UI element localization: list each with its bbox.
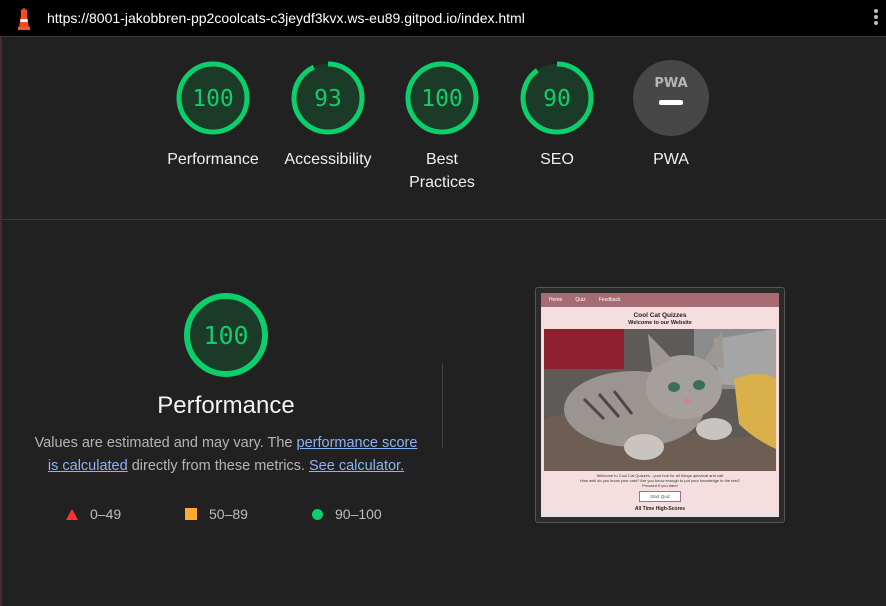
- gauge-performance-label: Performance: [167, 151, 259, 168]
- more-options-icon[interactable]: [872, 9, 880, 27]
- screenshot-start-quiz-button: Start Quiz: [639, 491, 681, 502]
- legend-fail: 0–49: [66, 506, 121, 522]
- pwa-dash-icon: [659, 100, 683, 105]
- square-icon: [185, 508, 197, 520]
- performance-description: Values are estimated and may vary. The p…: [30, 432, 422, 478]
- performance-summary: 100 Performance Values are estimated and…: [30, 292, 422, 478]
- see-calculator-link[interactable]: See calculator.: [309, 458, 404, 474]
- screenshot-title: Cool Cat Quizzes: [633, 312, 687, 319]
- gauge-pwa[interactable]: PWA PWA: [616, 60, 726, 171]
- gauge-performance-ring: 100: [176, 61, 250, 135]
- gauge-best-practices[interactable]: 100 Best Practices: [387, 60, 497, 194]
- legend-pass: 90–100: [312, 506, 382, 522]
- screenshot-intro: Welcome to Cool Cat Quizzes - your hub f…: [541, 473, 779, 488]
- url-text[interactable]: https://8001-jakobbren-pp2coolcats-c3jey…: [47, 10, 525, 26]
- gauge-accessibility-label: Accessibility: [284, 151, 372, 168]
- gauge-performance[interactable]: 100 Performance: [158, 60, 268, 171]
- screenshot-scrollbar: [541, 513, 779, 517]
- legend-fail-range: 0–49: [90, 506, 122, 522]
- gauge-pwa-label: PWA: [653, 151, 689, 168]
- gauge-accessibility[interactable]: 93 Accessibility: [273, 60, 383, 171]
- final-screenshot[interactable]: Home Quiz Feedback Cool Cat Quizzes Welc…: [535, 287, 785, 523]
- lighthouse-icon: [18, 8, 30, 30]
- divider: [442, 364, 443, 448]
- performance-gauge: 100: [184, 293, 268, 377]
- legend-pass-range: 90–100: [335, 506, 382, 522]
- screenshot-nav-item: Home: [549, 297, 563, 303]
- gauge-seo-label: SEO: [540, 151, 574, 168]
- gauge-best-practices-score: 100: [421, 86, 463, 112]
- legend-average: 50–89: [185, 506, 248, 522]
- triangle-icon: [66, 508, 78, 520]
- gauge-accessibility-ring: 93: [291, 61, 365, 135]
- screenshot-nav-item: Feedback: [598, 297, 621, 303]
- legend-average-range: 50–89: [209, 506, 248, 522]
- category-gauges: 100 Performance 93 Accessibility 100 Bes…: [0, 37, 886, 220]
- description-text: Values are estimated and may vary. The: [34, 435, 297, 451]
- screenshot-subtitle: Welcome to our Website: [628, 320, 692, 326]
- screenshot-page: Home Quiz Feedback Cool Cat Quizzes Welc…: [541, 293, 779, 517]
- pwa-badge-text: PWA: [654, 76, 687, 91]
- description-text: directly from these metrics.: [127, 458, 309, 474]
- gauge-performance-score: 100: [192, 86, 234, 112]
- gauge-best-practices-label: Best Practices: [409, 151, 475, 191]
- gauge-best-practices-ring: 100: [405, 61, 479, 135]
- screenshot-scores-heading: All Time High-Scores: [634, 506, 686, 512]
- screenshot-nav-item: Quiz: [575, 297, 586, 303]
- performance-score: 100: [203, 321, 248, 350]
- screenshot-nav: Home Quiz Feedback: [541, 293, 779, 307]
- gauge-seo-ring: 90: [520, 61, 594, 135]
- screenshot-text-line: Proceed if you dare!: [642, 483, 678, 488]
- gauge-seo-score: 90: [543, 86, 571, 112]
- circle-icon: [312, 508, 323, 520]
- kitten-photo: [544, 329, 776, 471]
- gauge-seo[interactable]: 90 SEO: [502, 60, 612, 171]
- pwa-badge-icon: PWA: [633, 60, 709, 136]
- gauge-accessibility-score: 93: [314, 86, 342, 112]
- performance-title: Performance: [157, 392, 295, 419]
- url-bar: https://8001-jakobbren-pp2coolcats-c3jey…: [0, 0, 886, 37]
